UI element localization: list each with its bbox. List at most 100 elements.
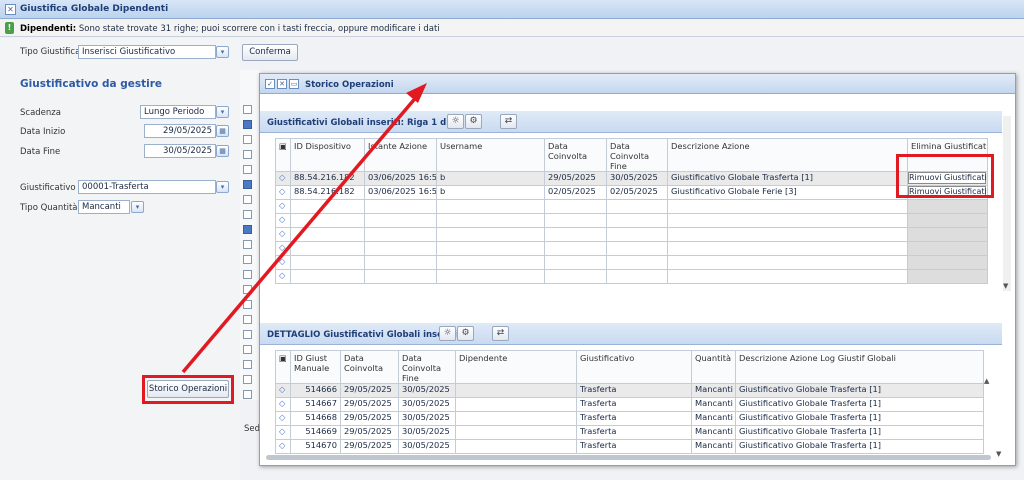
- row-checkbox[interactable]: [243, 180, 252, 189]
- table-row[interactable]: ◇ 514668 29/05/2025 30/05/2025 Trasferta…: [275, 411, 984, 426]
- cell-data: 29/05/2025: [340, 411, 399, 426]
- col-header[interactable]: ID Giust Manuale: [290, 350, 341, 384]
- cell-dipendente: [455, 411, 577, 426]
- row-marker-icon[interactable]: ◇: [275, 425, 291, 440]
- row-marker-icon[interactable]: ◇: [275, 439, 291, 454]
- row-marker-icon[interactable]: ◇: [275, 411, 291, 426]
- row-checkbox[interactable]: [243, 330, 252, 339]
- col-header[interactable]: Username: [436, 138, 545, 172]
- chevron-down-icon[interactable]: ▾: [216, 46, 229, 58]
- quant-select[interactable]: Mancanti: [78, 200, 130, 214]
- calendar-icon[interactable]: ▦: [216, 145, 229, 157]
- col-header[interactable]: Giustificativo: [576, 350, 692, 384]
- empty-row: ◇: [275, 213, 988, 228]
- row-checkbox[interactable]: [243, 255, 252, 264]
- cell-fine: 30/05/2025: [606, 171, 668, 186]
- col-header[interactable]: Data Coinvolta Fine: [398, 350, 456, 384]
- scroll-down-icon[interactable]: ▼: [996, 450, 1001, 458]
- row-checkbox[interactable]: [243, 360, 252, 369]
- col-header[interactable]: Data Coinvolta: [340, 350, 399, 384]
- cell-istante: 03/06/2025 16:58: [364, 171, 437, 186]
- export-icon[interactable]: ⇄: [500, 114, 517, 129]
- export-icon[interactable]: ⇄: [492, 326, 509, 341]
- col-header[interactable]: Istante Azione: [364, 138, 437, 172]
- scroll-down-icon[interactable]: ▼: [1003, 282, 1008, 290]
- table-row[interactable]: ◇ 514666 29/05/2025 30/05/2025 Trasferta…: [275, 383, 984, 398]
- cell-data: 29/05/2025: [544, 171, 607, 186]
- empty-row: ◇: [275, 269, 988, 284]
- data-fine-field[interactable]: 30/05/2025: [144, 144, 216, 158]
- row-checkbox[interactable]: [243, 150, 252, 159]
- table-row[interactable]: ◇ 88.54.216.182 03/06/2025 16:56 b 02/05…: [275, 185, 988, 200]
- tipo-select[interactable]: Inserisci Giustificativo: [78, 45, 216, 59]
- lightbulb-icon[interactable]: ☼: [447, 114, 464, 129]
- cell-istante: 03/06/2025 16:56: [364, 185, 437, 200]
- cell-fine: 30/05/2025: [398, 383, 456, 398]
- row-checkbox[interactable]: [243, 240, 252, 249]
- giust-select[interactable]: 00001-Trasferta: [78, 180, 216, 194]
- row-checkbox[interactable]: [243, 165, 252, 174]
- row-marker-icon[interactable]: ◇: [275, 185, 291, 200]
- row-checkbox[interactable]: [243, 210, 252, 219]
- close-icon[interactable]: ✕: [5, 4, 16, 15]
- chevron-down-icon[interactable]: ▾: [216, 106, 229, 118]
- scroll-up-icon[interactable]: ▲: [984, 377, 989, 385]
- row-checkbox[interactable]: [243, 390, 252, 399]
- cell-desc: Giustificativo Globale Trasferta [1]: [735, 411, 984, 426]
- row-checkbox[interactable]: [243, 285, 252, 294]
- close-icon[interactable]: ✕: [277, 79, 287, 89]
- col-header[interactable]: Data Coinvolta Fine: [606, 138, 668, 172]
- empty-row: ◇: [275, 241, 988, 256]
- settings-icon[interactable]: ⚙: [457, 326, 474, 341]
- info-message: Sono state trovate 31 righe; puoi scorre…: [78, 24, 440, 34]
- row-checkbox[interactable]: [243, 105, 252, 114]
- row-checkbox[interactable]: [243, 300, 252, 309]
- info-icon: !: [5, 22, 14, 34]
- data-inizio-field[interactable]: 29/05/2025: [144, 124, 216, 138]
- row-marker-icon[interactable]: ◇: [275, 397, 291, 412]
- confirm-button[interactable]: Conferma: [242, 44, 298, 61]
- lightbulb-icon[interactable]: ☼: [439, 326, 456, 341]
- col-header[interactable]: Descrizione Azione: [667, 138, 908, 172]
- cell-giust: Trasferta: [576, 425, 692, 440]
- cell-quant: Mancanti: [691, 411, 736, 426]
- row-checkbox[interactable]: [243, 345, 252, 354]
- col-header[interactable]: Descrizione Azione Log Giustif Globali: [735, 350, 984, 384]
- table-row[interactable]: ◇ 514667 29/05/2025 30/05/2025 Trasferta…: [275, 397, 984, 412]
- row-checkbox[interactable]: [243, 375, 252, 384]
- row-checkbox[interactable]: [243, 120, 252, 129]
- calendar-icon[interactable]: ▦: [216, 125, 229, 137]
- settings-icon[interactable]: ⚙: [465, 114, 482, 129]
- data-fine-label: Data Fine: [20, 147, 61, 157]
- horizontal-scrollbar[interactable]: [266, 455, 991, 460]
- col-header[interactable]: ID Dispositivo: [290, 138, 365, 172]
- scadenza-select[interactable]: Lungo Periodo: [140, 105, 216, 119]
- scadenza-label: Scadenza: [20, 108, 61, 118]
- row-marker-icon[interactable]: ◇: [275, 171, 291, 186]
- cell-id: 88.54.216.182: [290, 185, 365, 200]
- cell-giust: Trasferta: [576, 439, 692, 454]
- check-icon[interactable]: ✓: [265, 79, 275, 89]
- chevron-down-icon[interactable]: ▾: [216, 181, 229, 193]
- row-checkbox[interactable]: [243, 135, 252, 144]
- table-row[interactable]: ◇ 514669 29/05/2025 30/05/2025 Trasferta…: [275, 425, 984, 440]
- row-marker-icon[interactable]: ◇: [275, 383, 291, 398]
- table-row[interactable]: ◇ 88.54.216.182 03/06/2025 16:58 b 29/05…: [275, 171, 988, 186]
- table-row[interactable]: ◇ 514670 29/05/2025 30/05/2025 Trasferta…: [275, 439, 984, 454]
- minimize-icon[interactable]: ▭: [289, 79, 299, 89]
- grid-header-select: ▣: [275, 350, 291, 384]
- storico-button[interactable]: Storico Operazioni: [147, 380, 229, 398]
- row-checkbox[interactable]: [243, 225, 252, 234]
- col-header[interactable]: Quantità: [691, 350, 736, 384]
- cell-id: 514669: [290, 425, 341, 440]
- col-header[interactable]: Dipendente: [455, 350, 577, 384]
- empty-row: ◇: [275, 199, 988, 214]
- row-checkbox[interactable]: [243, 195, 252, 204]
- row-checkbox[interactable]: [243, 315, 252, 324]
- row-checkbox[interactable]: [243, 270, 252, 279]
- cell-desc: Giustificativo Globale Trasferta [1]: [735, 425, 984, 440]
- chevron-down-icon[interactable]: ▾: [131, 201, 144, 213]
- col-header[interactable]: Data Coinvolta: [544, 138, 607, 172]
- top-scrollbar[interactable]: [1003, 116, 1011, 291]
- cell-desc: Giustificativo Globale Trasferta [1]: [735, 383, 984, 398]
